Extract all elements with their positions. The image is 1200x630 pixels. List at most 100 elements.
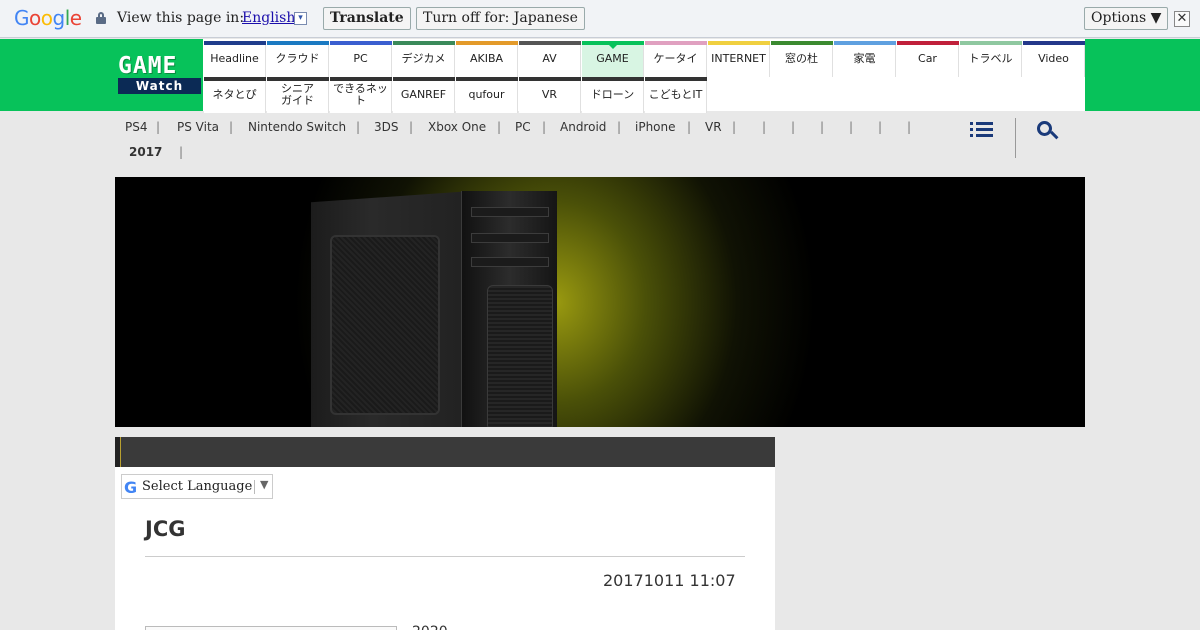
- subnav-separator: |: [497, 120, 502, 134]
- article-thumbnail[interactable]: [145, 626, 397, 630]
- language-dropdown-icon[interactable]: ▾: [294, 12, 307, 25]
- nav-item-label: AV: [542, 52, 557, 65]
- nav-item-car[interactable]: Car: [897, 41, 959, 77]
- subnav-item[interactable]: PS4: [125, 120, 148, 134]
- title-divider: [145, 556, 745, 557]
- subnav-item[interactable]: Nintendo Switch: [248, 120, 346, 134]
- nav-item-vr[interactable]: VR: [519, 77, 581, 113]
- nav-item-label: できるネット: [333, 82, 388, 107]
- game-watch-logo[interactable]: GAME Watch: [118, 55, 201, 95]
- nav-item-label: こどもとIT: [648, 88, 703, 101]
- article-date: 20171011 11:07: [603, 571, 736, 590]
- nav-item-label: Video: [1038, 52, 1069, 65]
- subnav-item[interactable]: VR: [705, 120, 722, 134]
- nav-item-こどもとit[interactable]: こどもとIT: [645, 77, 707, 113]
- chevron-down-icon: ▼: [260, 478, 269, 491]
- subnav-separator: |: [356, 120, 361, 134]
- subnav-item[interactable]: 3DS: [374, 120, 399, 134]
- nav-item-label: GAME: [596, 52, 629, 65]
- nav-item-label: デジカメ: [401, 52, 446, 65]
- subnav-item[interactable]: Xbox One: [428, 120, 486, 134]
- nav-item-ネタとぴ[interactable]: ネタとぴ: [204, 77, 266, 113]
- select-language-label: Select Language: [142, 479, 253, 494]
- nav-item-av[interactable]: AV: [519, 41, 581, 77]
- subnav-year[interactable]: 2017: [129, 145, 162, 159]
- nav-item-家電[interactable]: 家電: [834, 41, 896, 77]
- google-g-icon: G: [124, 478, 138, 497]
- google-logo-letter: G: [14, 6, 30, 30]
- subnav-separator: |: [542, 120, 547, 134]
- article-year-text: 2020: [412, 624, 448, 630]
- nav-item-label: PC: [353, 52, 368, 65]
- nav-item-label: INTERNET: [711, 52, 766, 65]
- article-title: JCG: [145, 517, 186, 541]
- options-button[interactable]: Options ▼: [1084, 7, 1169, 30]
- google-logo-letter: o: [40, 6, 53, 30]
- nav-item-トラベル[interactable]: トラベル: [960, 41, 1022, 77]
- google-logo-letter: o: [29, 6, 41, 30]
- nav-item-label: AKIBA: [469, 52, 504, 65]
- nav-item-label: ケータイ: [653, 52, 698, 65]
- subnav-item[interactable]: Android: [560, 120, 606, 134]
- subnav-item[interactable]: PC: [515, 120, 531, 134]
- nav-item-label: シニア ガイド: [281, 82, 314, 107]
- logo-top-text: GAME: [118, 53, 178, 79]
- nav-item-qufour[interactable]: qufour: [456, 77, 518, 113]
- search-icon[interactable]: [1037, 121, 1059, 143]
- subnav-item[interactable]: PS Vita: [177, 120, 219, 134]
- subnav-separator: |: [687, 120, 692, 134]
- nav-item-デジカメ[interactable]: デジカメ: [393, 41, 455, 77]
- subnav-separator: |: [156, 120, 161, 134]
- nav-item-label: トラベル: [968, 52, 1013, 65]
- nav-item-label: ネタとぴ: [212, 88, 257, 101]
- subnav-separator: |: [179, 145, 184, 159]
- article-header-bar: [115, 437, 775, 467]
- nav-item-label: クラウド: [275, 52, 320, 65]
- subnav-separator: |: [229, 120, 234, 134]
- google-logo-letter: e: [69, 6, 82, 30]
- menu-icon[interactable]: [970, 120, 994, 140]
- nav-item-窓の杜[interactable]: 窓の杜: [771, 41, 833, 77]
- nav-item-label: VR: [541, 88, 558, 101]
- language-link[interactable]: English: [242, 10, 295, 26]
- google-logo: Google: [14, 6, 82, 30]
- subnav-separator: |: [762, 120, 767, 134]
- subnav-separator: |: [878, 120, 883, 134]
- nav-item-label: 家電: [853, 52, 876, 65]
- logo-bottom-text: Watch: [118, 78, 201, 94]
- header-divider: [1015, 118, 1016, 158]
- nav-item-ドローン[interactable]: ドローン: [582, 77, 644, 113]
- nav-item-video[interactable]: Video: [1023, 41, 1085, 77]
- google-logo-letter: g: [52, 6, 66, 30]
- nav-item-label: Headline: [210, 52, 259, 65]
- nav-item-game[interactable]: GAME: [582, 41, 644, 77]
- close-icon[interactable]: ✕: [1174, 11, 1190, 27]
- nav-item-pc[interactable]: PC: [330, 41, 392, 77]
- translate-button[interactable]: Translate: [323, 7, 411, 30]
- nav-item-label: qufour: [468, 88, 505, 101]
- nav-item-label: ドローン: [590, 88, 635, 101]
- nav-item-label: 窓の杜: [785, 52, 818, 65]
- nav-item-ケータイ[interactable]: ケータイ: [645, 41, 707, 77]
- select-language-dropdown[interactable]: G Select Language ▼: [121, 474, 273, 499]
- nav-item-akiba[interactable]: AKIBA: [456, 41, 518, 77]
- subnav-separator: |: [820, 120, 825, 134]
- nav-item-internet[interactable]: INTERNET: [708, 41, 770, 77]
- view-page-in-label: View this page in:: [117, 10, 245, 26]
- subnav-separator: |: [732, 120, 737, 134]
- lock-icon: [96, 12, 106, 24]
- nav-item-クラウド[interactable]: クラウド: [267, 41, 329, 77]
- nav-item-できるネット[interactable]: できるネット: [330, 77, 392, 113]
- nav-item-label: Car: [918, 52, 937, 65]
- subnav-separator: |: [617, 120, 622, 134]
- subnav-separator: |: [849, 120, 854, 134]
- nav-item-シニア-ガイド[interactable]: シニア ガイド: [267, 77, 329, 113]
- turn-off-button[interactable]: Turn off for: Japanese: [416, 7, 585, 30]
- nav-item-label: GANREF: [400, 88, 447, 101]
- subnav-separator: |: [791, 120, 796, 134]
- nav-item-ganref[interactable]: GANREF: [393, 77, 455, 113]
- subnav-separator: |: [409, 120, 414, 134]
- nav-item-headline[interactable]: Headline: [204, 41, 266, 77]
- subnav-item[interactable]: iPhone: [635, 120, 676, 134]
- banner-ad[interactable]: [115, 177, 1085, 427]
